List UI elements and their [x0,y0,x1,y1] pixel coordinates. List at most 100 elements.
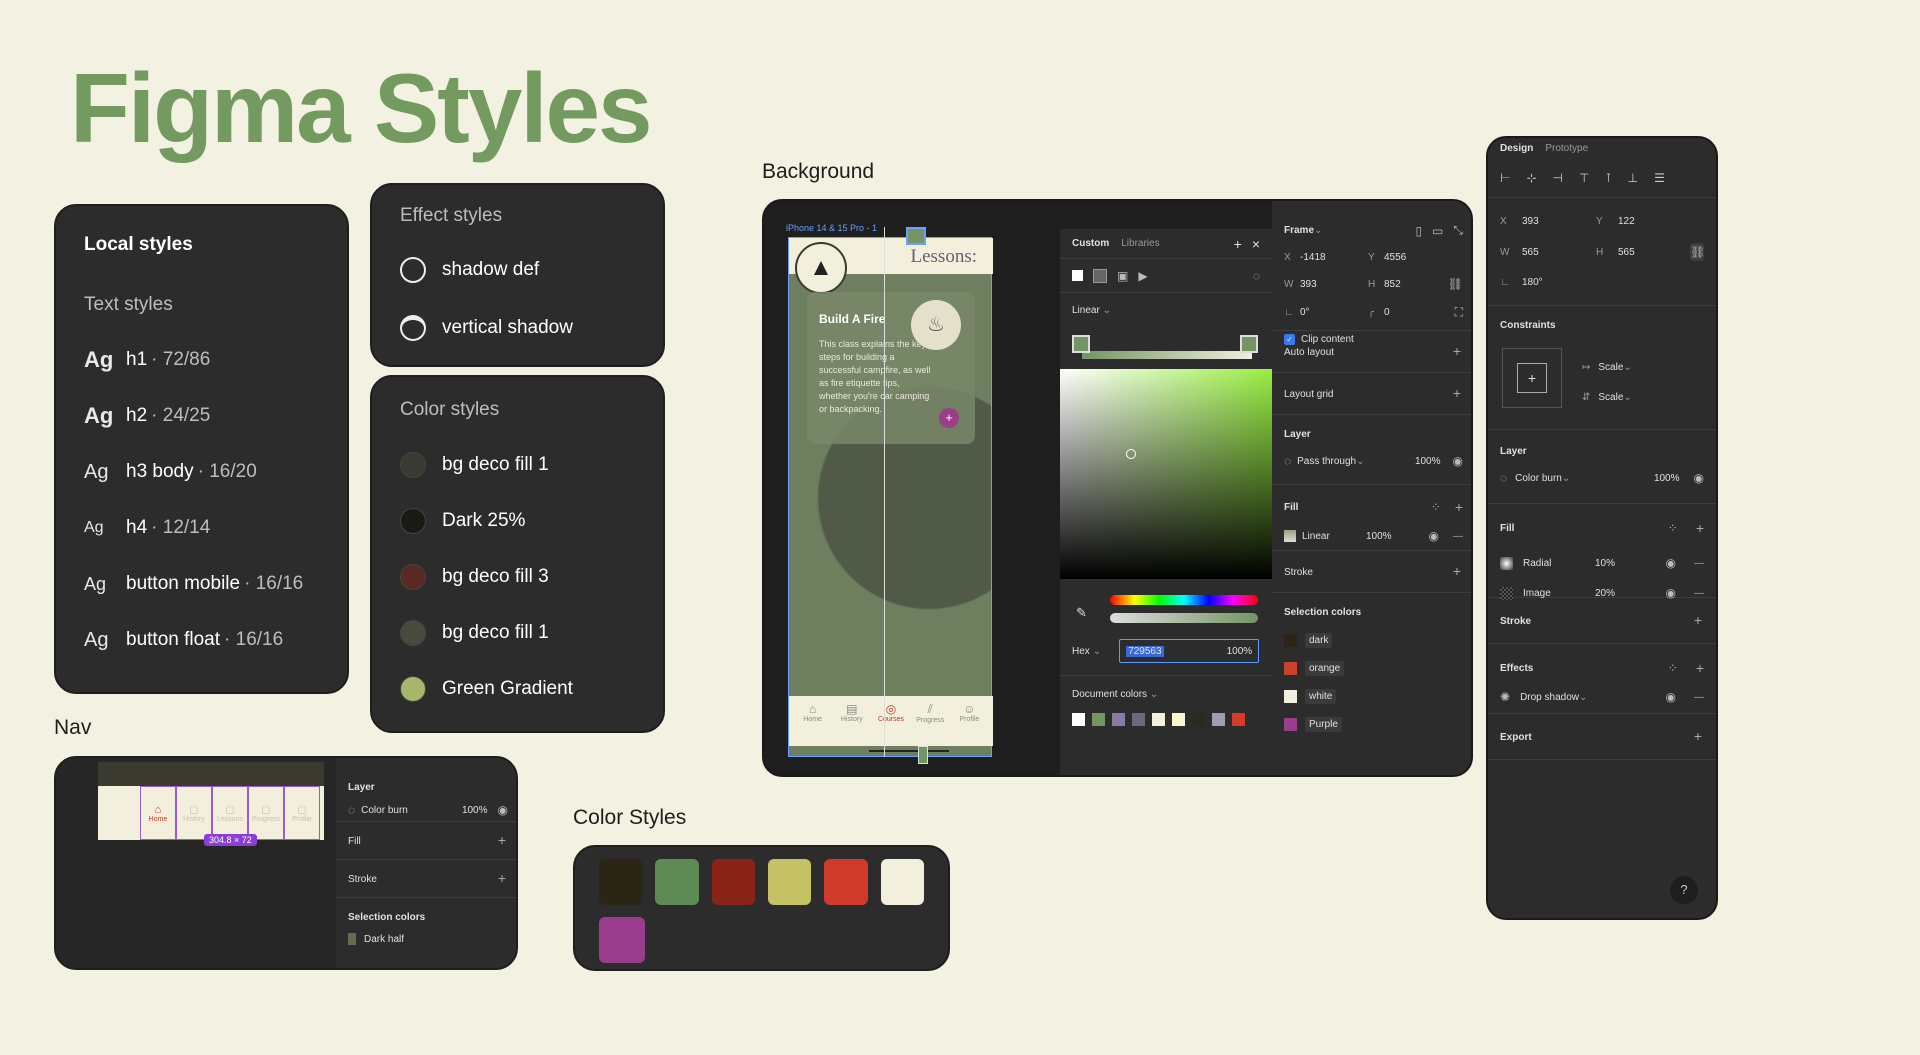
eye-icon[interactable]: ◉ [1666,556,1676,570]
align-middle-icon[interactable]: ⊺ [1605,171,1611,185]
add-stroke-icon[interactable]: + [1694,612,1702,628]
color-style-item[interactable]: Dark 25% [400,493,635,549]
document-color-swatch[interactable] [1212,713,1225,726]
document-color-swatch[interactable] [1092,713,1105,726]
gradient-stop-left[interactable] [1072,335,1090,353]
constraint-widget[interactable]: + [1502,348,1562,408]
color-style-item[interactable]: Green Gradient [400,661,635,717]
constrain-icon[interactable]: ⛓ [1448,277,1463,291]
w-input[interactable]: 565 [1522,247,1596,258]
blend-mode-select[interactable]: Color burn [1515,473,1562,484]
solid-fill-icon[interactable] [1072,270,1083,281]
effect-style-vertical-shadow[interactable]: vertical shadow [400,299,635,357]
vertical-constraint-select[interactable]: Scale [1598,392,1623,403]
color-swatch[interactable] [880,859,924,905]
gradient-stop-handle[interactable] [906,227,926,245]
y-input[interactable]: 122 [1618,216,1635,227]
selection-color-item[interactable]: white [1284,682,1463,710]
color-style-item[interactable]: bg deco fill 3 [400,549,635,605]
color-style-item[interactable]: bg deco fill 1 [400,605,635,661]
eye-icon[interactable]: ◉ [498,803,508,817]
nav-tab-history[interactable]: ◻ History [176,786,212,840]
color-swatch[interactable] [835,917,881,963]
add-fill-icon[interactable]: + [1696,520,1704,536]
horizontal-constraint-select[interactable]: Scale [1598,362,1623,373]
lesson-card[interactable]: Build A Fire This class explains the key… [807,292,975,444]
eye-icon[interactable]: ◉ [1429,529,1439,543]
selection-color-item[interactable]: orange [1284,654,1463,682]
color-swatch[interactable] [599,917,645,963]
color-chip[interactable] [348,933,356,945]
hue-slider[interactable] [1110,595,1258,605]
gradient-type-select[interactable]: Linear [1072,305,1100,316]
align-top-icon[interactable]: ⊤ [1579,171,1589,185]
align-bottom-icon[interactable]: ⊥ [1628,171,1638,185]
x-input[interactable]: -1418 [1300,252,1368,263]
eye-icon[interactable]: ◉ [1666,690,1676,704]
resize-icon[interactable]: ⤡ [1453,223,1463,238]
phone-nav-courses[interactable]: ◎ Courses [871,702,910,723]
color-swatch[interactable] [776,917,822,963]
document-color-swatch[interactable] [1152,713,1165,726]
remove-effect-icon[interactable]: — [1694,692,1704,703]
add-stroke-icon[interactable]: + [498,870,506,886]
add-stroke-icon[interactable]: + [1453,563,1461,579]
gradient-stop-right[interactable] [1240,335,1258,353]
text-style-item[interactable]: Ag h3 body · 16/20 [84,444,319,500]
layer-opacity[interactable]: 100% [1415,456,1441,467]
eyedropper-icon[interactable]: ✎ [1076,605,1087,621]
blend-mode-select[interactable]: Color burn [361,805,408,816]
gradient-bar[interactable] [1082,351,1252,359]
eye-icon[interactable]: ◉ [1453,454,1463,468]
document-color-swatch[interactable] [1172,713,1185,726]
color-swatch[interactable] [655,859,699,905]
color-swatch[interactable] [599,859,643,905]
saturation-field[interactable] [1060,369,1272,579]
color-swatch[interactable] [711,859,755,905]
y-input[interactable]: 4556 [1384,252,1406,263]
color-style-item[interactable]: bg deco fill 1 [400,437,635,493]
document-color-swatch[interactable] [1232,713,1245,726]
h-input[interactable]: 852 [1384,279,1401,290]
portrait-icon[interactable]: ▯ [1415,224,1422,238]
phone-nav-history[interactable]: ▤ History [832,702,871,723]
effect-settings-icon[interactable]: ✺ [1500,690,1510,704]
color-swatch[interactable] [767,859,812,905]
rotation-input[interactable]: 0° [1300,307,1368,318]
color-swatch[interactable] [717,917,763,963]
picker-cursor[interactable] [1126,449,1136,459]
color-swatch[interactable] [658,917,704,963]
layer-opacity[interactable]: 100% [1654,473,1680,484]
align-left-icon[interactable]: ⊢ [1500,171,1510,185]
h-input[interactable]: 565 [1618,247,1635,258]
effect-style-shadow-def[interactable]: shadow def [400,241,635,299]
remove-fill-icon[interactable]: — [1694,588,1704,599]
radial-fill-icon[interactable] [1500,556,1513,570]
text-style-item[interactable]: Ag h4 · 12/14 [84,500,319,556]
blend-icon[interactable]: ◌ [1253,269,1260,283]
tab-design[interactable]: Design [1500,143,1533,154]
styles-icon[interactable]: ⁘ [1431,500,1441,514]
text-style-item[interactable]: Ag button float · 16/16 [84,612,319,668]
effect-type-select[interactable]: Drop shadow [1520,692,1579,703]
fill-swatch[interactable] [1284,530,1296,542]
opacity-slider[interactable] [1110,613,1258,623]
tab-custom[interactable]: Custom [1072,238,1109,249]
fill-item[interactable]: Radial 10% ◉ — [1500,548,1704,578]
fill-type[interactable]: Linear [1302,531,1366,542]
nav-tab-profile[interactable]: ◻ Profile [284,786,320,840]
x-input[interactable]: 393 [1522,216,1596,227]
nav-tab-lessons[interactable]: ◻ Lessons [212,786,248,840]
phone-nav-profile[interactable]: ☺ Profile [950,702,989,723]
rotation-input[interactable]: 180° [1522,277,1543,288]
gradient-end-handle[interactable] [918,746,928,764]
fill-opacity[interactable]: 100% [1366,531,1392,542]
phone-nav-home[interactable]: ⌂ Home [793,702,832,723]
add-fill-icon[interactable]: + [1455,499,1463,515]
layer-opacity[interactable]: 100% [462,805,488,816]
color-format-select[interactable]: Hex [1072,646,1090,657]
styles-icon[interactable]: ⁘ [1668,661,1678,675]
selection-color-item[interactable]: Purple [1284,710,1463,738]
color-swatch[interactable] [824,859,868,905]
hex-input[interactable]: 729563 100% [1119,639,1260,663]
